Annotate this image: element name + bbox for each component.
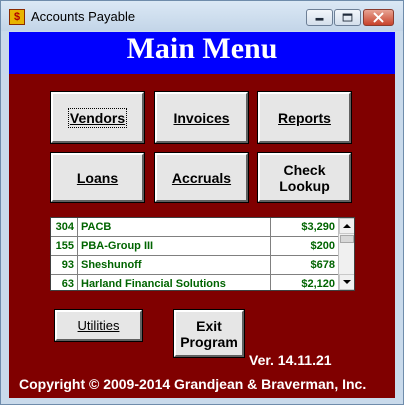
chevron-up-icon [343, 224, 351, 228]
vendor-name: Harland Financial Solutions [78, 275, 271, 290]
exit-program-button[interactable]: Exit Program [173, 309, 245, 358]
invoices-button[interactable]: Invoices [154, 91, 249, 144]
check-lookup-label-line2: Lookup [279, 177, 330, 194]
list-item[interactable]: 155 PBA-Group III $200 [51, 237, 338, 256]
header-banner: Main Menu [9, 32, 395, 74]
vendor-amount: $678 [271, 256, 338, 275]
list-item[interactable]: 93 Sheshunoff $678 [51, 256, 338, 275]
loans-button[interactable]: Loans [50, 152, 145, 203]
list-item[interactable]: 63 Harland Financial Solutions $2,120 [51, 275, 338, 290]
exit-label-line1: Exit [196, 317, 222, 334]
copyright-text: Copyright © 2009-2014 Grandjean & Braver… [19, 376, 367, 392]
exit-label-line2: Program [180, 333, 238, 350]
vendors-button[interactable]: Vendors [50, 91, 145, 144]
maximize-button[interactable] [334, 9, 361, 26]
close-button[interactable] [363, 9, 394, 26]
page-title: Main Menu [126, 32, 278, 65]
app-dollar-icon: $ [9, 9, 25, 25]
vendor-amount: $3,290 [271, 218, 338, 237]
vendor-number: 304 [51, 218, 78, 237]
vendor-list-scrollbar[interactable] [338, 218, 354, 290]
maximize-icon [342, 13, 353, 22]
invoices-button-label: Invoices [173, 109, 230, 126]
vendor-name: PACB [78, 218, 271, 237]
window-title: Accounts Payable [31, 9, 136, 24]
loans-button-label: Loans [76, 169, 119, 186]
reports-button[interactable]: Reports [257, 91, 352, 144]
check-lookup-button[interactable]: Check Lookup [257, 152, 352, 203]
accruals-button-label: Accruals [171, 169, 232, 186]
vendor-number: 63 [51, 275, 78, 290]
close-icon [373, 12, 384, 23]
vendor-amount: $200 [271, 237, 338, 256]
app-window: $ Accounts Payable Main Menu Vendors Inv… [0, 0, 404, 405]
utilities-button[interactable]: Utilities [54, 309, 143, 342]
vendor-name: PBA-Group III [78, 237, 271, 256]
accruals-button[interactable]: Accruals [154, 152, 249, 203]
scroll-up-button[interactable] [339, 218, 354, 234]
scrollbar-thumb[interactable] [340, 235, 354, 243]
vendors-button-label: Vendors [67, 107, 128, 128]
vendor-name: Sheshunoff [78, 256, 271, 275]
version-text: Ver. 14.11.21 [249, 352, 332, 368]
vendor-number: 155 [51, 237, 78, 256]
main-client-area: Main Menu Vendors Invoices Reports Loans… [9, 32, 395, 398]
list-item[interactable]: 304 PACB $3,290 [51, 218, 338, 237]
vendor-list[interactable]: 304 PACB $3,290 155 PBA-Group III $200 9… [50, 217, 355, 291]
title-bar[interactable]: $ Accounts Payable [1, 1, 403, 31]
vendor-number: 93 [51, 256, 78, 275]
scroll-down-button[interactable] [339, 274, 354, 290]
utilities-button-label: Utilities [77, 317, 120, 333]
chevron-down-icon [343, 280, 351, 284]
vendor-amount: $2,120 [271, 275, 338, 290]
reports-button-label: Reports [278, 109, 331, 126]
minimize-button[interactable] [306, 9, 333, 26]
minimize-icon [315, 17, 324, 21]
check-lookup-label-line1: Check [283, 161, 326, 178]
